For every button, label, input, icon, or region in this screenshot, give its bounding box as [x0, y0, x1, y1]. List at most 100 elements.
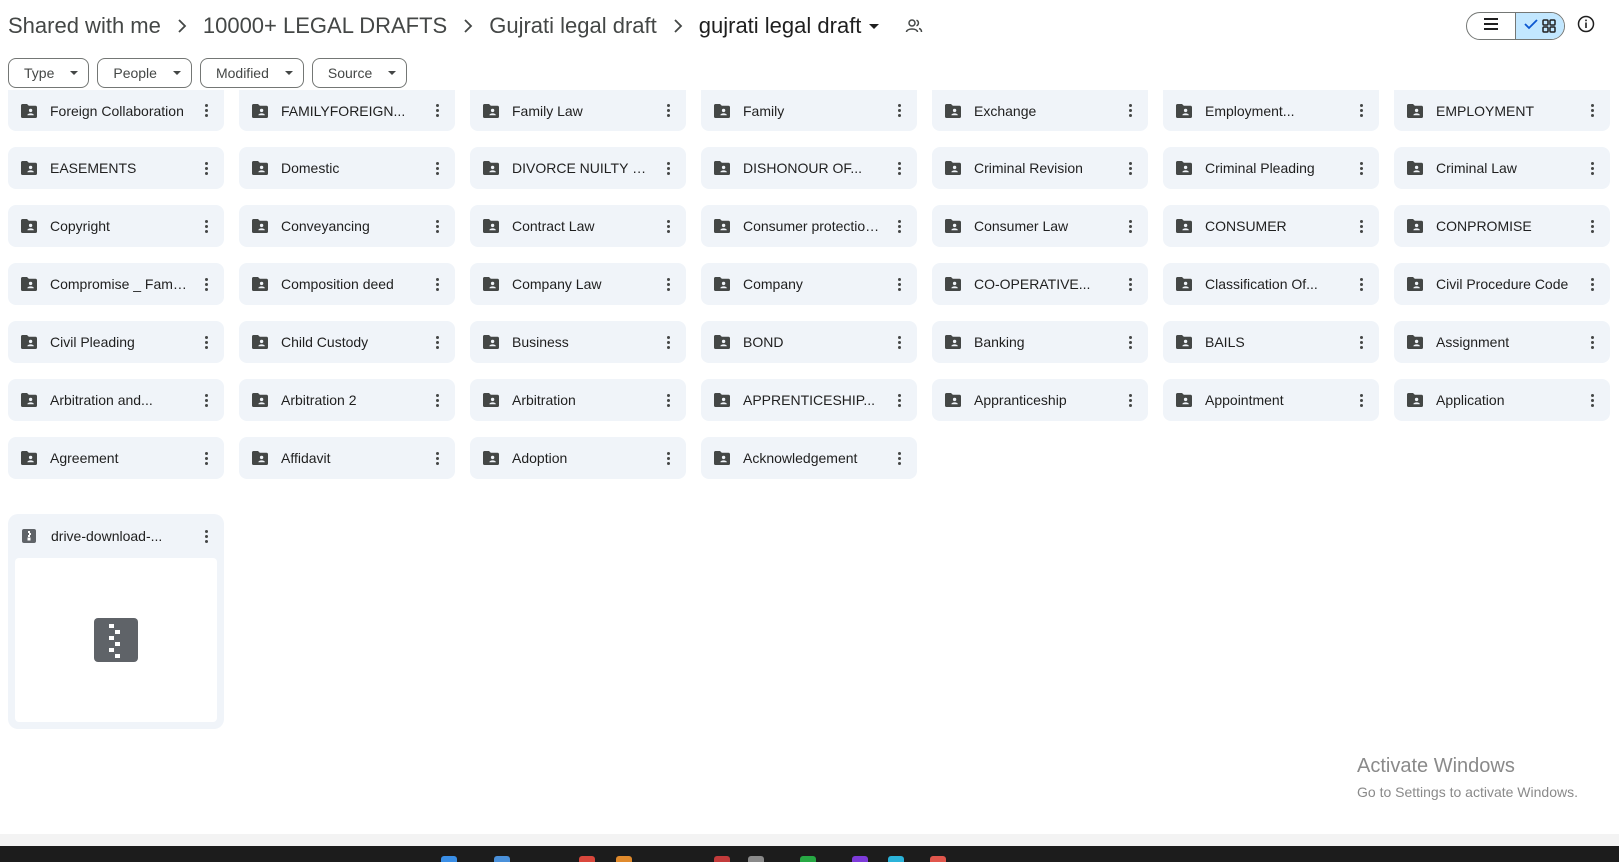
- taskbar-app-icon[interactable]: [888, 856, 904, 862]
- modified-filter-chip[interactable]: Modified: [199, 58, 304, 88]
- more-actions-button[interactable]: [194, 272, 218, 296]
- current-folder-title[interactable]: gujrati legal draft: [699, 13, 862, 39]
- more-actions-button[interactable]: [1349, 214, 1373, 238]
- more-actions-button[interactable]: [425, 330, 449, 354]
- folder-card[interactable]: Arbitration and...: [8, 379, 224, 421]
- more-actions-button[interactable]: [1118, 214, 1142, 238]
- grid-view-button[interactable]: [1515, 13, 1564, 39]
- more-actions-button[interactable]: [194, 330, 218, 354]
- folder-card[interactable]: Classification Of...: [1163, 263, 1379, 305]
- more-actions-button[interactable]: [1118, 156, 1142, 180]
- folder-card[interactable]: Child Custody: [239, 321, 455, 363]
- more-actions-button[interactable]: [425, 214, 449, 238]
- taskbar-app-icon[interactable]: [714, 856, 730, 862]
- folder-card[interactable]: FAMILYFOREIGN...: [239, 90, 455, 131]
- folder-card[interactable]: Criminal Pleading: [1163, 147, 1379, 189]
- more-actions-button[interactable]: [1580, 156, 1604, 180]
- shared-people-icon[interactable]: [905, 17, 923, 35]
- folder-card[interactable]: Criminal Revision: [932, 147, 1148, 189]
- folder-card[interactable]: Appointment: [1163, 379, 1379, 421]
- more-actions-button[interactable]: [1349, 388, 1373, 412]
- taskbar-app-icon[interactable]: [852, 856, 868, 862]
- more-actions-button[interactable]: [194, 446, 218, 470]
- folder-card[interactable]: DIVORCE NUILTY OF...: [470, 147, 686, 189]
- folder-card[interactable]: Assignment: [1394, 321, 1610, 363]
- folder-card[interactable]: Foreign Collaboration: [8, 90, 224, 131]
- taskbar-app-icon[interactable]: [494, 856, 510, 862]
- more-actions-button[interactable]: [194, 214, 218, 238]
- more-actions-button[interactable]: [194, 99, 218, 123]
- more-actions-button[interactable]: [656, 330, 680, 354]
- more-actions-button[interactable]: [194, 524, 218, 548]
- folder-card[interactable]: Family: [701, 90, 917, 131]
- folder-card[interactable]: Employment...: [1163, 90, 1379, 131]
- folder-card[interactable]: CONPROMISE: [1394, 205, 1610, 247]
- folder-actions-dropdown-icon[interactable]: [869, 23, 880, 29]
- folder-card[interactable]: Family Law: [470, 90, 686, 131]
- more-actions-button[interactable]: [1118, 272, 1142, 296]
- more-actions-button[interactable]: [1580, 330, 1604, 354]
- more-actions-button[interactable]: [425, 99, 449, 123]
- folder-card[interactable]: Appranticeship: [932, 379, 1148, 421]
- folder-card[interactable]: Exchange: [932, 90, 1148, 131]
- more-actions-button[interactable]: [425, 388, 449, 412]
- folder-card[interactable]: Application: [1394, 379, 1610, 421]
- more-actions-button[interactable]: [887, 214, 911, 238]
- folder-card[interactable]: Company: [701, 263, 917, 305]
- breadcrumb-gujrati-legal-draft[interactable]: Gujrati legal draft: [489, 13, 657, 39]
- taskbar-app-icon[interactable]: [579, 856, 595, 862]
- folder-card[interactable]: Criminal Law: [1394, 147, 1610, 189]
- list-view-button[interactable]: [1467, 13, 1515, 39]
- more-actions-button[interactable]: [194, 156, 218, 180]
- more-actions-button[interactable]: [887, 156, 911, 180]
- folder-card[interactable]: DISHONOUR OF...: [701, 147, 917, 189]
- taskbar-app-icon[interactable]: [748, 856, 764, 862]
- more-actions-button[interactable]: [656, 99, 680, 123]
- more-actions-button[interactable]: [1580, 388, 1604, 412]
- windows-start-icon[interactable]: [441, 856, 457, 862]
- folder-card[interactable]: APPRENTICESHIP...: [701, 379, 917, 421]
- more-actions-button[interactable]: [656, 272, 680, 296]
- file-card[interactable]: drive-download-...: [8, 514, 224, 729]
- folder-card[interactable]: Agreement: [8, 437, 224, 479]
- folder-card[interactable]: Domestic: [239, 147, 455, 189]
- more-actions-button[interactable]: [425, 272, 449, 296]
- taskbar-app-icon[interactable]: [800, 856, 816, 862]
- more-actions-button[interactable]: [656, 388, 680, 412]
- people-filter-chip[interactable]: People: [97, 58, 192, 88]
- folder-card[interactable]: CONSUMER: [1163, 205, 1379, 247]
- source-filter-chip[interactable]: Source: [311, 58, 408, 88]
- folder-card[interactable]: Company Law: [470, 263, 686, 305]
- type-filter-chip[interactable]: Type: [8, 58, 90, 88]
- more-actions-button[interactable]: [1349, 330, 1373, 354]
- more-actions-button[interactable]: [1349, 99, 1373, 123]
- more-actions-button[interactable]: [887, 99, 911, 123]
- folder-card[interactable]: Arbitration: [470, 379, 686, 421]
- folder-card[interactable]: Adoption: [470, 437, 686, 479]
- more-actions-button[interactable]: [1580, 99, 1604, 123]
- more-actions-button[interactable]: [887, 272, 911, 296]
- folder-card[interactable]: Copyright: [8, 205, 224, 247]
- folder-card[interactable]: Compromise _ Family...: [8, 263, 224, 305]
- folder-card[interactable]: CO-OPERATIVE...: [932, 263, 1148, 305]
- more-actions-button[interactable]: [425, 156, 449, 180]
- taskbar-app-icon[interactable]: [616, 856, 632, 862]
- taskbar-app-icon[interactable]: [930, 856, 946, 862]
- breadcrumb-legal-drafts[interactable]: 10000+ LEGAL DRAFTS: [203, 13, 447, 39]
- more-actions-button[interactable]: [1349, 156, 1373, 180]
- folder-card[interactable]: Arbitration 2: [239, 379, 455, 421]
- breadcrumb-shared-with-me[interactable]: Shared with me: [8, 13, 161, 39]
- info-button[interactable]: [1574, 14, 1598, 38]
- folder-card[interactable]: Affidavit: [239, 437, 455, 479]
- more-actions-button[interactable]: [425, 446, 449, 470]
- folder-card[interactable]: Banking: [932, 321, 1148, 363]
- folder-card[interactable]: BAILS: [1163, 321, 1379, 363]
- folder-card[interactable]: Consumer Law: [932, 205, 1148, 247]
- folder-card[interactable]: BOND: [701, 321, 917, 363]
- folder-card[interactable]: Acknowledgement: [701, 437, 917, 479]
- more-actions-button[interactable]: [1118, 330, 1142, 354]
- folder-card[interactable]: EMPLOYMENT: [1394, 90, 1610, 131]
- more-actions-button[interactable]: [1580, 214, 1604, 238]
- more-actions-button[interactable]: [887, 330, 911, 354]
- folder-card[interactable]: EASEMENTS: [8, 147, 224, 189]
